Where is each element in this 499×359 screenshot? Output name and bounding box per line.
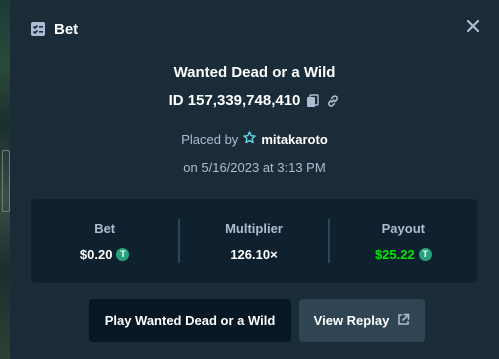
username-link[interactable]: mitakaroto: [261, 132, 327, 147]
modal-header: Bet: [30, 18, 78, 40]
tether-icon: T: [418, 247, 432, 261]
play-game-label: Play Wanted Dead or a Wild: [104, 313, 276, 328]
view-replay-button[interactable]: View Replay: [299, 299, 425, 342]
bet-value: $0.20: [79, 246, 113, 262]
copy-icon[interactable]: [306, 93, 320, 108]
multiplier-stat: Multiplier 126.10×: [180, 219, 327, 263]
bet-amount-stat: Bet $0.20 T: [31, 219, 178, 263]
bet-slip-icon: [30, 21, 46, 37]
link-icon[interactable]: [326, 94, 340, 108]
payout-stat: Payout $25.22 T: [330, 219, 477, 263]
placed-by-row: Placed by mitakaroto: [10, 131, 499, 147]
vip-star-icon: [243, 131, 257, 147]
view-replay-label: View Replay: [313, 313, 390, 328]
external-link-icon: [397, 313, 410, 329]
bet-modal: Bet Wanted Dead or a Wild ID 157,339,748…: [10, 0, 499, 359]
bet-id-row: ID 157,339,748,410: [10, 92, 499, 109]
game-title[interactable]: Wanted Dead or a Wild: [10, 64, 499, 81]
bet-stats-panel: Bet $0.20 T Multiplier 126.10× Payout $2…: [31, 199, 477, 283]
close-icon: [466, 19, 480, 37]
multiplier-value: 126.10×: [230, 246, 278, 262]
play-game-button[interactable]: Play Wanted Dead or a Wild: [89, 299, 291, 342]
tether-icon: T: [116, 247, 130, 261]
bet-id: ID 157,339,748,410: [168, 92, 301, 109]
payout-value: $25.22: [374, 246, 415, 262]
bet-value-group: $0.20 T: [80, 247, 130, 262]
payout-value-group: $25.22 T: [375, 247, 432, 262]
payout-label: Payout: [381, 220, 425, 236]
bet-label: Bet: [94, 220, 116, 236]
background-game-strip: [0, 0, 10, 359]
close-button[interactable]: [465, 19, 481, 37]
placed-by-label: Placed by: [181, 131, 239, 147]
modal-title: Bet: [54, 20, 79, 38]
bet-date: on 5/16/2023 at 3:13 PM: [183, 160, 326, 175]
multiplier-label: Multiplier: [225, 220, 283, 236]
